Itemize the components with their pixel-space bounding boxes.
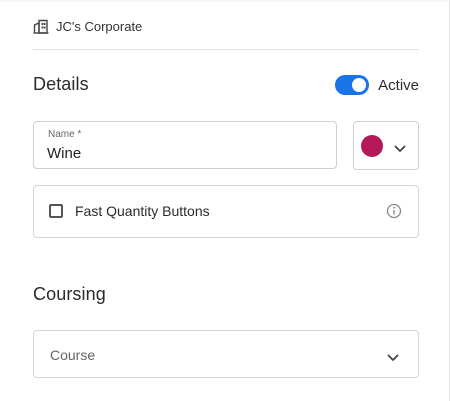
- details-section-title: Details: [33, 74, 89, 94]
- location-header: JC's Corporate: [33, 19, 142, 34]
- item-details-panel: JC's Corporate Details Active Name * Fas…: [0, 0, 450, 401]
- name-field-label: Name *: [48, 129, 82, 140]
- info-icon[interactable]: [386, 203, 402, 224]
- name-input[interactable]: [47, 145, 317, 162]
- color-picker[interactable]: [353, 121, 419, 170]
- chevron-down-icon: [387, 349, 399, 367]
- fast-quantity-label[interactable]: Fast Quantity Buttons: [75, 203, 210, 219]
- building-icon: [33, 19, 49, 34]
- location-name: JC's Corporate: [56, 19, 143, 34]
- active-toggle[interactable]: Active: [335, 75, 419, 95]
- chevron-down-icon: [394, 140, 406, 158]
- color-swatch: [361, 135, 383, 157]
- coursing-section-title: Coursing: [33, 284, 106, 304]
- top-shadow: [0, 0, 449, 3]
- active-label: Active: [378, 76, 419, 94]
- name-field[interactable]: Name *: [33, 121, 337, 169]
- fast-quantity-option: Fast Quantity Buttons: [33, 185, 419, 238]
- fast-quantity-checkbox[interactable]: [49, 204, 63, 218]
- active-switch[interactable]: [335, 75, 370, 95]
- course-select-placeholder: Course: [50, 347, 96, 363]
- switch-knob: [352, 78, 367, 92]
- course-select[interactable]: Course: [33, 330, 419, 378]
- header-divider: [33, 49, 419, 50]
